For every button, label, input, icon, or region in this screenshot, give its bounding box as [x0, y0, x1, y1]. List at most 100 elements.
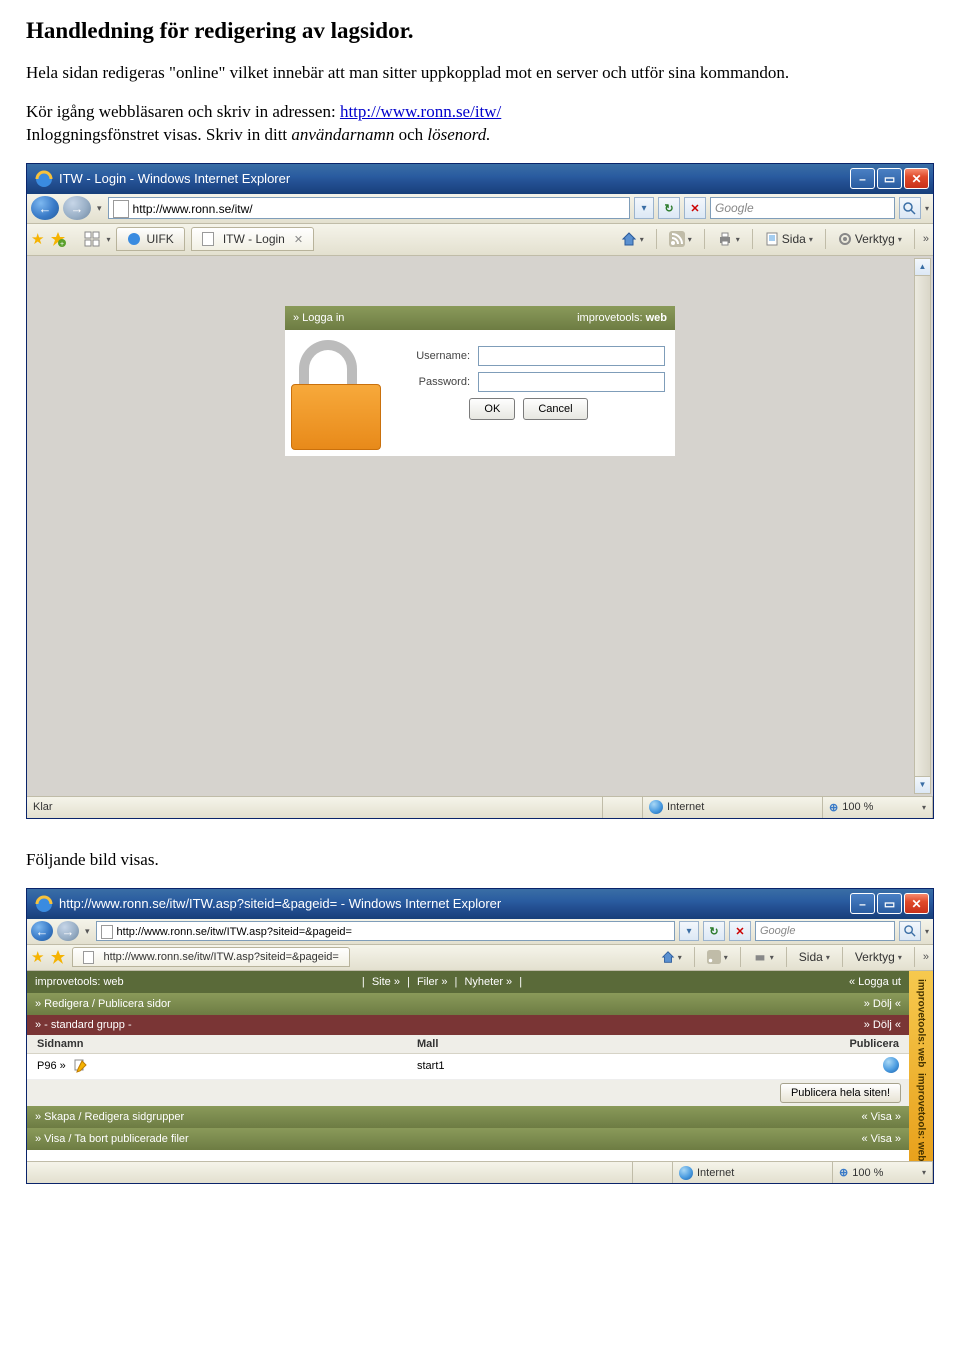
app-url-link[interactable]: http://www.ronn.se/itw/: [340, 102, 501, 121]
address-dropdown-button[interactable]: ▾: [634, 197, 654, 219]
home-button[interactable]: ▾: [657, 946, 686, 968]
page-icon: [202, 232, 214, 246]
page-menu-button[interactable]: Sida▾: [795, 946, 834, 968]
search-dropdown-icon[interactable]: ▾: [925, 927, 929, 936]
minimize-button[interactable]: –: [850, 168, 875, 189]
menu-site[interactable]: Site »: [372, 976, 400, 988]
password-input[interactable]: [478, 372, 665, 392]
toolbar-overflow-icon[interactable]: »: [923, 951, 929, 963]
section-skapa[interactable]: » Skapa / Redigera sidgrupper « Visa »: [27, 1106, 909, 1128]
instr-mid: och: [399, 125, 428, 144]
address-dropdown-button[interactable]: ▾: [679, 921, 699, 941]
ok-button[interactable]: OK: [469, 398, 515, 420]
history-chevron-icon[interactable]: ▾: [95, 203, 104, 214]
zone-indicator: Internet: [673, 1162, 833, 1183]
print-button[interactable]: ▾: [713, 228, 744, 250]
forward-button[interactable]: →: [57, 921, 79, 941]
maximize-button[interactable]: ▭: [877, 168, 902, 189]
cancel-button[interactable]: Cancel: [523, 398, 587, 420]
search-box[interactable]: Google: [755, 921, 895, 941]
address-bar[interactable]: http://www.ronn.se/itw/: [108, 197, 630, 219]
add-favorite-icon[interactable]: [50, 949, 66, 965]
logout-link[interactable]: « Logga ut: [849, 976, 901, 988]
toolbar-overflow-icon[interactable]: »: [923, 233, 929, 245]
tools-menu-button[interactable]: Verktyg▾: [851, 946, 906, 968]
table-row[interactable]: P96 » start1: [27, 1054, 909, 1080]
username-label: Username:: [392, 350, 470, 362]
login-panel: » Logga in improvetools: web Username:: [285, 306, 675, 456]
instr-password-word: lösenord.: [427, 125, 490, 144]
favorites-icon[interactable]: ★: [31, 230, 44, 248]
tab-close-icon[interactable]: ✕: [294, 233, 303, 246]
username-input[interactable]: [478, 346, 665, 366]
tab-label: ITW - Login: [223, 232, 285, 246]
side-label-2: improvetools: web: [916, 1073, 927, 1161]
login-header-left: » Logga in: [293, 312, 344, 324]
home-button[interactable]: ▾: [617, 228, 648, 250]
feeds-button[interactable]: ▾: [665, 228, 696, 250]
search-button[interactable]: [899, 197, 921, 219]
window-title: http://www.ronn.se/itw/ITW.asp?siteid=&p…: [59, 896, 850, 911]
th-mall: Mall: [417, 1038, 809, 1050]
followup-para: Följande bild visas.: [26, 849, 934, 872]
search-box[interactable]: Google: [710, 197, 895, 219]
close-button[interactable]: ✕: [904, 893, 929, 914]
zoom-icon: ⊕: [829, 801, 838, 814]
quick-tabs-chevron-icon[interactable]: ▾: [106, 235, 110, 244]
edit-icon[interactable]: [72, 1058, 88, 1074]
scroll-up-icon[interactable]: ▲: [915, 259, 930, 276]
content-area: improvetools: web | Site » | Filer » | N…: [27, 971, 933, 1162]
refresh-button[interactable]: ↻: [658, 197, 680, 219]
publish-icon[interactable]: [883, 1057, 899, 1073]
brand-text: improvetools:: [577, 312, 642, 324]
admin-top-bar: improvetools: web | Site » | Filer » | N…: [27, 971, 909, 993]
address-bar[interactable]: http://www.ronn.se/itw/ITW.asp?siteid=&p…: [96, 921, 675, 941]
address-text: http://www.ronn.se/itw/ITW.asp?siteid=&p…: [117, 926, 670, 938]
vertical-scrollbar[interactable]: ▲ ▼: [914, 258, 931, 794]
back-button[interactable]: ←: [31, 196, 59, 220]
tab-uifk[interactable]: UIFK: [116, 227, 184, 251]
tab-itw-admin[interactable]: http://www.ronn.se/itw/ITW.asp?siteid=&p…: [72, 947, 349, 967]
tools-menu-button[interactable]: Verktyg▾: [834, 228, 906, 250]
forward-button[interactable]: →: [63, 196, 91, 220]
stop-button[interactable]: ✕: [684, 197, 706, 219]
page-menu-button[interactable]: Sida▾: [761, 228, 817, 250]
zoom-icon: ⊕: [839, 1166, 848, 1179]
publish-all-button[interactable]: Publicera hela siten!: [780, 1083, 901, 1103]
stop-button[interactable]: ✕: [729, 921, 751, 941]
favorites-icon[interactable]: ★: [31, 948, 44, 966]
quick-tabs-icon[interactable]: [84, 231, 100, 247]
ie-icon: [35, 895, 53, 913]
refresh-button[interactable]: ↻: [703, 921, 725, 941]
section-visa[interactable]: » Visa / Ta bort publicerade filer « Vis…: [27, 1128, 909, 1150]
section-label: » Skapa / Redigera sidgrupper: [35, 1111, 184, 1123]
search-button[interactable]: [899, 921, 921, 941]
zoom-indicator[interactable]: ⊕100 %▾: [823, 797, 933, 818]
section-label: » Visa / Ta bort publicerade filer: [35, 1133, 189, 1145]
menu-filer[interactable]: Filer »: [417, 976, 448, 988]
history-chevron-icon[interactable]: ▾: [83, 926, 92, 937]
menu-nyheter[interactable]: Nyheter »: [464, 976, 512, 988]
add-favorite-icon[interactable]: +: [50, 231, 66, 247]
content-area: » Logga in improvetools: web Username:: [27, 256, 933, 796]
page-icon: [113, 200, 129, 218]
section-redigera[interactable]: » Redigera / Publicera sidor » Dölj «: [27, 993, 909, 1015]
print-button[interactable]: ▾: [749, 946, 778, 968]
subgroup-header[interactable]: » - standard grupp - » Dölj «: [27, 1015, 909, 1035]
maximize-button[interactable]: ▭: [877, 893, 902, 914]
instr-part2: Inloggningsfönstret visas. Skriv in ditt: [26, 125, 291, 144]
ie-icon: [127, 232, 141, 246]
back-button[interactable]: ←: [31, 921, 53, 941]
search-dropdown-icon[interactable]: ▾: [925, 204, 929, 213]
minimize-button[interactable]: –: [850, 893, 875, 914]
close-button[interactable]: ✕: [904, 168, 929, 189]
password-label: Password:: [392, 376, 470, 388]
tab-itw-login[interactable]: ITW - Login ✕: [191, 227, 314, 251]
feeds-button[interactable]: ▾: [703, 946, 732, 968]
section-toggle: « Visa »: [861, 1133, 901, 1145]
scroll-down-icon[interactable]: ▼: [915, 776, 930, 793]
tools-menu-label: Verktyg: [855, 232, 895, 246]
section-label: » Redigera / Publicera sidor: [35, 998, 171, 1010]
browser-window-1: ITW - Login - Windows Internet Explorer …: [26, 163, 934, 819]
zoom-indicator[interactable]: ⊕100 %▾: [833, 1162, 933, 1183]
